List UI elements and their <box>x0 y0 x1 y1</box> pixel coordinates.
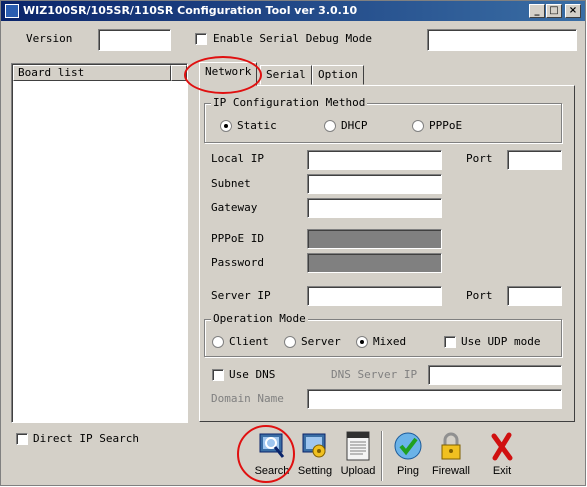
board-list-header[interactable]: Board list <box>13 65 171 81</box>
serial-debug-checkbox[interactable] <box>195 33 207 45</box>
server-ip-label: Server IP <box>211 289 271 302</box>
version-label: Version <box>26 32 73 45</box>
close-button[interactable]: × <box>565 4 581 18</box>
domain-name-label: Domain Name <box>211 392 284 405</box>
board-list-header-extra[interactable] <box>171 65 187 81</box>
debug-output-field[interactable] <box>427 29 577 51</box>
mixed-radio[interactable] <box>356 336 368 348</box>
toolbar-separator <box>381 431 383 481</box>
minimize-button[interactable]: _ <box>529 4 545 18</box>
maximize-button[interactable]: □ <box>546 4 562 18</box>
udp-mode-checkbox[interactable] <box>444 336 456 348</box>
upload-label: Upload <box>340 465 376 477</box>
local-port-field[interactable] <box>507 150 562 170</box>
dhcp-label: DHCP <box>341 119 368 132</box>
server-label: Server <box>301 335 341 348</box>
app-icon <box>5 4 19 18</box>
direct-ip-search-label: Direct IP Search <box>33 432 139 445</box>
subnet-field[interactable] <box>307 174 442 194</box>
tab-option[interactable]: Option <box>312 65 364 85</box>
pppoe-id-field[interactable] <box>307 229 442 249</box>
client-radio[interactable] <box>212 336 224 348</box>
server-port-label: Port <box>466 289 493 302</box>
search-label: Search <box>254 465 290 477</box>
local-ip-field[interactable] <box>307 150 442 170</box>
pppoe-radio[interactable] <box>412 120 424 132</box>
setting-label: Setting <box>297 465 333 477</box>
password-label: Password <box>211 256 264 269</box>
client-label: Client <box>229 335 269 348</box>
static-label: Static <box>237 119 277 132</box>
dns-server-field[interactable] <box>428 365 562 385</box>
tab-serial[interactable]: Serial <box>260 65 312 85</box>
config-tool-window: WIZ100SR/105SR/110SR Configuration Tool … <box>0 0 586 486</box>
setting-button[interactable]: Setting <box>293 429 337 483</box>
window-title: WIZ100SR/105SR/110SR Configuration Tool … <box>23 4 358 17</box>
upload-button[interactable]: Upload <box>336 429 380 483</box>
mixed-label: Mixed <box>373 335 407 348</box>
firewall-label: Firewall <box>432 465 470 477</box>
firewall-button[interactable]: Firewall <box>429 429 473 483</box>
title-bar: WIZ100SR/105SR/110SR Configuration Tool … <box>1 1 585 21</box>
board-list[interactable]: Board list <box>11 63 188 423</box>
pppoe-label: PPPoE <box>429 119 463 132</box>
server-ip-field[interactable] <box>307 286 442 306</box>
use-dns-label: Use DNS <box>229 368 276 381</box>
tab-network[interactable]: Network <box>199 62 258 86</box>
upload-icon <box>343 431 373 461</box>
direct-ip-search-checkbox[interactable] <box>16 433 28 445</box>
use-dns-checkbox[interactable] <box>212 369 224 381</box>
version-field[interactable] <box>98 29 171 51</box>
static-radio[interactable] <box>220 120 232 132</box>
exit-icon <box>487 431 517 461</box>
serial-debug-label: Enable Serial Debug Mode <box>213 32 372 45</box>
port-label: Port <box>466 152 493 165</box>
firewall-icon <box>436 431 466 461</box>
gateway-field[interactable] <box>307 198 442 218</box>
search-icon <box>257 431 287 461</box>
dns-server-label: DNS Server IP <box>331 368 418 381</box>
ip-config-title: IP Configuration Method <box>211 96 368 109</box>
gateway-label: Gateway <box>211 201 258 214</box>
dhcp-radio[interactable] <box>324 120 336 132</box>
exit-button[interactable]: Exit <box>480 429 524 483</box>
server-port-field[interactable] <box>507 286 562 306</box>
pppoe-id-label: PPPoE ID <box>211 232 264 245</box>
password-field[interactable] <box>307 253 442 273</box>
setting-icon <box>300 431 330 461</box>
ping-button[interactable]: Ping <box>386 429 430 483</box>
server-radio[interactable] <box>284 336 296 348</box>
subnet-label: Subnet <box>211 177 251 190</box>
exit-label: Exit <box>492 465 512 477</box>
search-button[interactable]: Search <box>250 429 294 483</box>
local-ip-label: Local IP <box>211 152 264 165</box>
udp-mode-label: Use UDP mode <box>461 335 541 348</box>
operation-mode-title: Operation Mode <box>211 312 308 325</box>
ping-icon <box>393 431 423 461</box>
domain-name-field[interactable] <box>307 389 562 409</box>
ping-label: Ping <box>396 465 420 477</box>
